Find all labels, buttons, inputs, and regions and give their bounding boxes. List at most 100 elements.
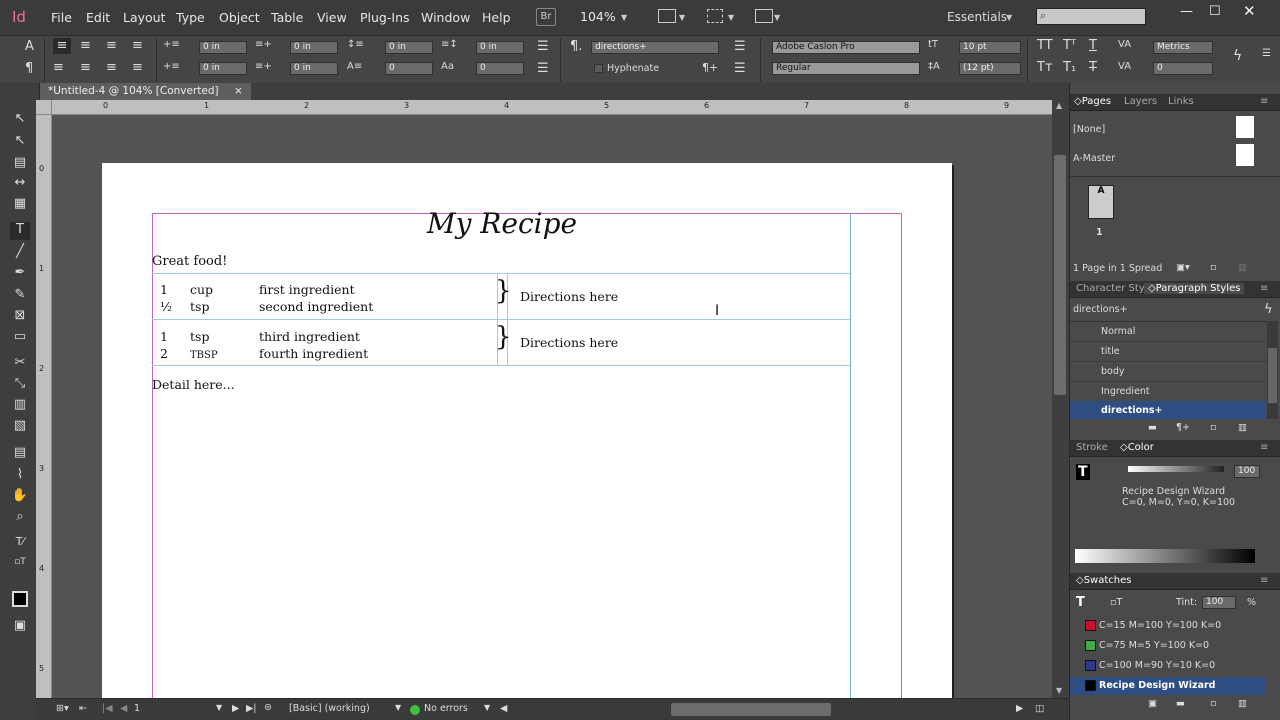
new-style-group-icon[interactable]: ▬	[1148, 422, 1157, 433]
minimize-button[interactable]: —	[1180, 4, 1193, 19]
clear-overrides-icon[interactable]: ¶+	[1176, 422, 1190, 433]
swatches-panel-menu-icon[interactable]: ≡	[1260, 575, 1268, 586]
menu-window[interactable]: Window	[421, 10, 470, 25]
align-center-icon[interactable]: ≡	[80, 38, 91, 53]
arrange-documents-icon[interactable]	[755, 9, 773, 23]
arrange-dropdown-icon[interactable]: ▼	[774, 13, 780, 22]
errors-dropdown-icon[interactable]: ▼	[484, 703, 490, 712]
rectangle-frame-tool-icon[interactable]: ⊠	[10, 308, 30, 326]
style-item[interactable]: Ingredient	[1101, 386, 1150, 397]
new-swatch-icon[interactable]: ▫	[1210, 698, 1216, 709]
table-row[interactable]: 1 cup first ingredient ½ tsp second ingredie…	[160, 281, 373, 315]
new-page-icon[interactable]: ▫	[1210, 262, 1216, 273]
swatches-fill-stroke-icon[interactable]: T	[1076, 595, 1085, 610]
direct-selection-tool-icon[interactable]: ↖	[10, 133, 30, 151]
style-item[interactable]: title	[1101, 346, 1120, 357]
zoom-dropdown-icon[interactable]: ▼	[621, 13, 627, 22]
scroll-up-icon[interactable]: ▲	[1056, 101, 1062, 110]
document-page[interactable]: My Recipe Great food! 1 cup first ingredie…	[102, 163, 952, 703]
character-mode-icon[interactable]: A	[25, 39, 34, 54]
page-size-icon[interactable]: ▣▾	[1176, 262, 1190, 273]
page-thumbnail[interactable]: A	[1088, 185, 1114, 219]
master-none-thumbnail[interactable]	[1236, 116, 1254, 138]
previous-page-icon[interactable]: ◀	[120, 703, 127, 714]
pages-panel-menu-icon[interactable]: ≡	[1260, 96, 1268, 107]
justify-all-icon[interactable]: ≡	[106, 60, 117, 75]
scissors-tool-icon[interactable]: ✂	[10, 355, 30, 373]
view-options-dropdown-icon[interactable]: ▼	[679, 13, 685, 22]
swatch-item[interactable]: C=15 M=100 Y=100 K=0	[1099, 620, 1221, 631]
tab-stroke[interactable]: Stroke	[1076, 442, 1108, 453]
leading-field[interactable]: (12 pt)	[959, 62, 1021, 75]
document-tab[interactable]: *Untitled-4 @ 104% [Converted] ×	[40, 83, 251, 100]
space-before-field[interactable]: 0 in	[385, 41, 433, 54]
scroll-left-icon[interactable]: ◀	[500, 703, 507, 714]
font-size-field[interactable]: 10 pt	[959, 41, 1021, 54]
swatch-item[interactable]: C=100 M=90 Y=10 K=0	[1099, 660, 1215, 671]
view-options-icon[interactable]	[658, 9, 676, 23]
delete-style-icon[interactable]: ▥	[1238, 422, 1247, 433]
swatches-tint-field[interactable]: 100	[1202, 596, 1236, 609]
detail-text[interactable]: Detail here...	[152, 377, 235, 392]
recipe-title[interactable]: My Recipe	[152, 207, 852, 240]
menu-view[interactable]: View	[317, 10, 347, 25]
font-style-select[interactable]: Regular	[772, 62, 920, 75]
gap-tool-icon[interactable]: ↔	[10, 175, 30, 193]
search-input[interactable]	[1036, 8, 1146, 25]
align-spine-icon[interactable]: ≡	[132, 60, 143, 75]
all-caps-icon[interactable]: TT	[1037, 38, 1053, 53]
bullet-list-icon[interactable]: ☰	[537, 39, 549, 54]
styles-scroll-thumb[interactable]	[1268, 348, 1277, 403]
vertical-scrollbar[interactable]: ▲ ▼	[1052, 100, 1069, 698]
space-after-field[interactable]: 0 in	[476, 41, 524, 54]
profile-dropdown-icon[interactable]: ▼	[395, 703, 401, 712]
tint-field[interactable]: 100	[1234, 465, 1260, 478]
numbered-list-icon[interactable]: ☰	[537, 61, 549, 76]
style-item[interactable]: Normal	[1101, 326, 1135, 337]
preflight-profile[interactable]: [Basic] (working)	[289, 703, 370, 714]
control-panel-menu-icon[interactable]: ☰	[1262, 48, 1271, 59]
tab-links[interactable]: Links	[1168, 96, 1194, 107]
note-tool-icon[interactable]: ▤	[10, 445, 30, 463]
content-collector-icon[interactable]: ▦	[10, 196, 30, 214]
horizontal-ruler[interactable]: 0 1 2 3 4 5 6 7 8 9	[52, 100, 1052, 115]
vertical-scroll-thumb[interactable]	[1054, 155, 1066, 395]
bridge-button[interactable]: Br	[536, 8, 556, 26]
justify-center-icon[interactable]: ≡	[53, 60, 64, 75]
menu-layout[interactable]: Layout	[123, 10, 166, 25]
align-right-icon[interactable]: ≡	[106, 38, 117, 53]
ruler-origin[interactable]	[36, 100, 52, 115]
page-number-field[interactable]: 1	[134, 703, 140, 714]
paragraph-style-select[interactable]: directions+	[591, 41, 719, 54]
directions-cell[interactable]: Directions here	[520, 289, 618, 304]
directions-cell[interactable]: Directions here	[520, 335, 618, 350]
underline-icon[interactable]: T	[1089, 38, 1097, 53]
styles-panel-menu-icon[interactable]: ≡	[1260, 283, 1268, 294]
free-transform-tool-icon[interactable]: ⤡	[10, 376, 30, 394]
drop-cap-chars-field[interactable]: 0	[476, 62, 524, 75]
close-window-button[interactable]: ✕	[1243, 2, 1256, 20]
span-columns-icon[interactable]: ☰	[734, 61, 746, 76]
fill-stroke-icon[interactable]: T⁄	[10, 535, 30, 553]
color-panel-menu-icon[interactable]: ≡	[1260, 442, 1268, 453]
preflight-errors[interactable]: No errors	[424, 703, 468, 714]
tint-slider[interactable]	[1128, 466, 1224, 472]
superscript-icon[interactable]: Tᵀ	[1063, 38, 1076, 53]
menu-file[interactable]: File	[51, 10, 72, 25]
first-line-indent-field[interactable]: 0 in	[199, 62, 247, 75]
rectangle-tool-icon[interactable]: ▭	[10, 329, 30, 347]
strikethrough-icon[interactable]: T	[1089, 60, 1097, 75]
tab-paragraph-styles[interactable]: ◇Paragraph Styles	[1144, 283, 1245, 294]
selection-tool-icon[interactable]: ↖	[10, 111, 30, 129]
swatch-item[interactable]: C=75 M=5 Y=100 K=0	[1099, 640, 1209, 651]
pen-tool-icon[interactable]: ✒	[10, 265, 30, 283]
menu-help[interactable]: Help	[482, 10, 511, 25]
quick-apply-icon[interactable]: ϟ	[1233, 48, 1242, 64]
justify-right-icon[interactable]: ≡	[80, 60, 91, 75]
gradient-feather-tool-icon[interactable]: ▧	[10, 418, 30, 436]
fill-stroke-text-icon[interactable]: T	[1076, 464, 1090, 480]
tracking-field[interactable]: 0	[1153, 62, 1213, 75]
scroll-down-icon[interactable]: ▼	[1056, 686, 1062, 695]
master-a-thumbnail[interactable]	[1236, 144, 1254, 166]
menu-edit[interactable]: Edit	[86, 10, 110, 25]
